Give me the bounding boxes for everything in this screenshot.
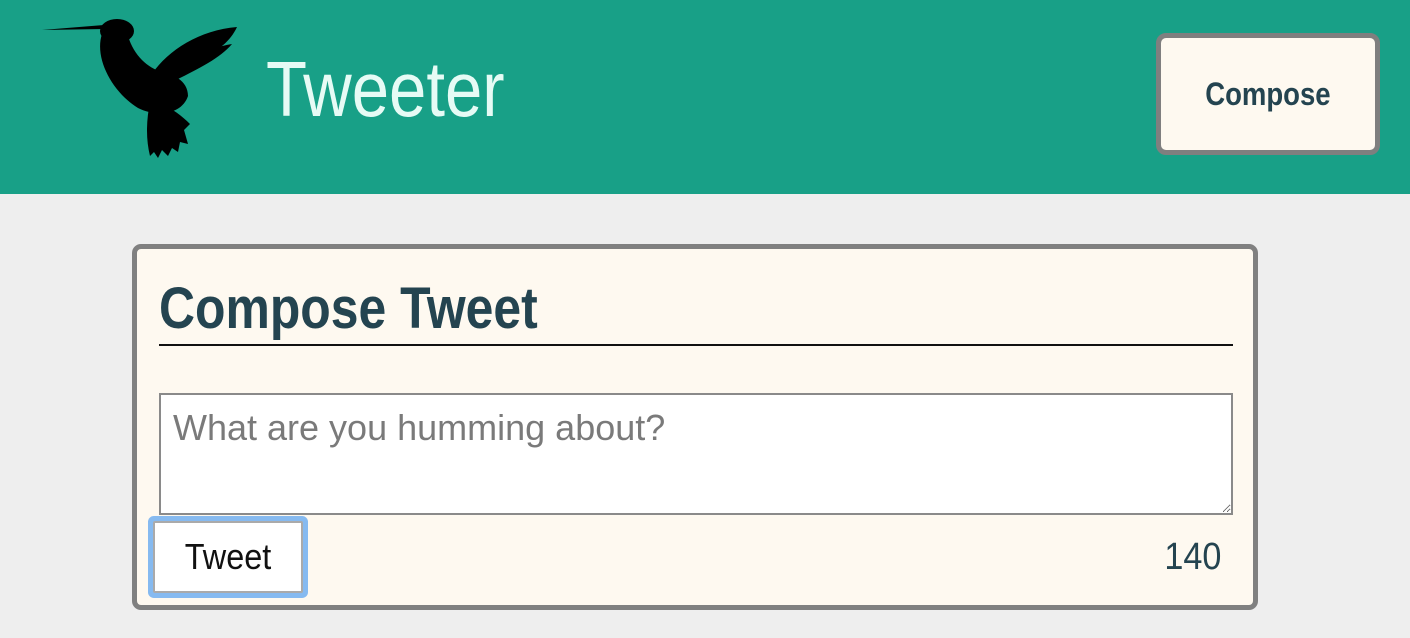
hummingbird-icon: [42, 19, 237, 158]
tweet-button[interactable]: Tweet: [153, 521, 303, 593]
tweet-input[interactable]: [159, 393, 1233, 515]
title-divider: [159, 344, 1233, 346]
compose-tweet-title: Compose Tweet: [159, 276, 538, 341]
compose-button-label: Compose: [1205, 75, 1331, 112]
app-title: Tweeter: [266, 45, 505, 133]
tweet-button-label: Tweet: [184, 536, 272, 577]
compose-button[interactable]: Compose: [1156, 33, 1380, 155]
app-header: Tweeter Compose: [0, 0, 1410, 194]
compose-tweet-panel: Compose Tweet Tweet 140: [132, 244, 1258, 610]
char-counter: 140: [1163, 536, 1221, 578]
